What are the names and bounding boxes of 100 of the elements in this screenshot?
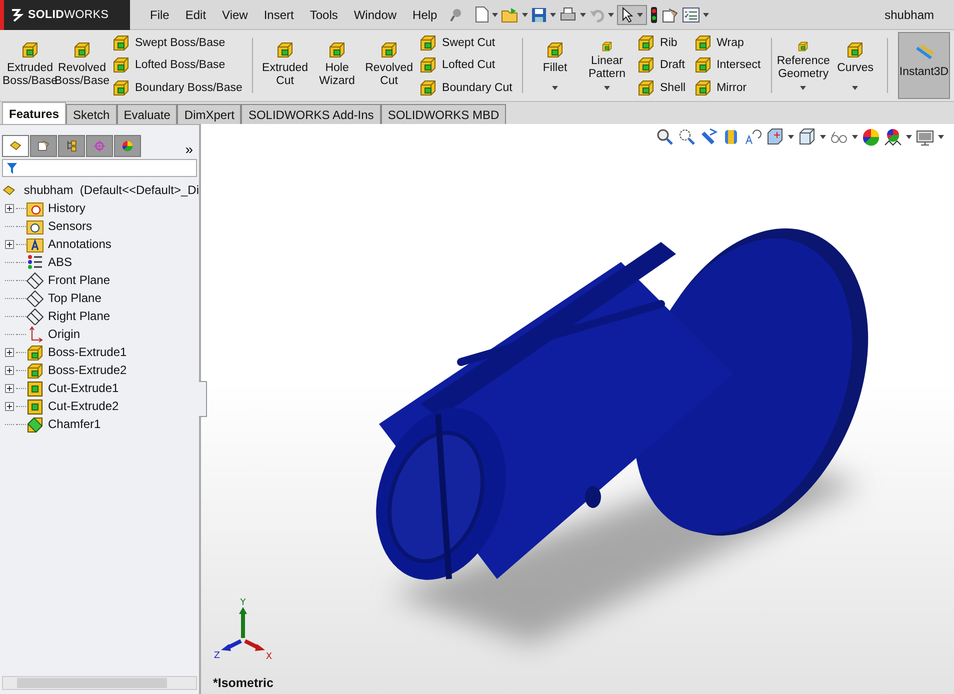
- tab[interactable]: Features: [2, 102, 66, 124]
- expand-toggle[interactable]: [5, 204, 14, 212]
- menu-item[interactable]: View: [214, 8, 256, 22]
- ribbon-button[interactable]: Mirror: [694, 78, 761, 97]
- ribbon-button[interactable]: Wrap: [694, 34, 761, 52]
- caret-icon[interactable]: [820, 135, 826, 139]
- tree-item[interactable]: Top Plane: [48, 291, 102, 305]
- pin-icon[interactable]: [449, 6, 464, 22]
- ribbon-button[interactable]: Lofted Cut: [419, 56, 512, 74]
- display-style-icon[interactable]: [798, 128, 816, 146]
- filter-field[interactable]: [2, 159, 197, 177]
- horizontal-scrollbar[interactable]: [2, 676, 197, 690]
- tab[interactable]: DimXpert: [177, 104, 242, 124]
- ribbon-button[interactable]: Lofted Boss/Base: [112, 56, 242, 74]
- ribbon-button[interactable]: Intersect: [694, 56, 761, 74]
- panel-tab[interactable]: [58, 135, 85, 157]
- checklist-icon[interactable]: [682, 6, 700, 22]
- pointer-icon[interactable]: [621, 6, 634, 22]
- ribbon-button[interactable]: Draft: [637, 56, 686, 74]
- caret-icon[interactable]: [938, 135, 944, 139]
- panel-tab[interactable]: [2, 135, 29, 157]
- tree-item[interactable]: Cut-Extrude1: [48, 381, 119, 395]
- caret-icon[interactable]: [608, 12, 614, 16]
- ribbon-button[interactable]: Swept Boss/Base: [112, 34, 242, 52]
- tree-item[interactable]: Boss-Extrude2: [48, 363, 127, 377]
- caret-icon[interactable]: [522, 12, 528, 16]
- caret-icon[interactable]: [906, 135, 912, 139]
- ribbon-button[interactable]: Extruded Cut: [259, 32, 312, 99]
- panel-tab[interactable]: [114, 135, 141, 157]
- section-view-icon[interactable]: [722, 128, 740, 146]
- caret-icon[interactable]: [703, 12, 710, 16]
- caret-icon[interactable]: [788, 135, 794, 139]
- traffic-light-icon[interactable]: [650, 6, 658, 22]
- menu-item[interactable]: Window: [346, 8, 405, 22]
- caret-icon[interactable]: [604, 86, 610, 90]
- caret-icon[interactable]: [550, 12, 556, 16]
- expand-panel-button[interactable]: »: [185, 141, 193, 157]
- ribbon-button[interactable]: Instant3D: [898, 32, 950, 99]
- options-icon[interactable]: [661, 6, 680, 22]
- ribbon-button[interactable]: Extruded Boss/Base: [4, 32, 56, 99]
- ribbon-button[interactable]: Revolved Cut: [363, 32, 416, 99]
- tree-item[interactable]: History: [48, 201, 86, 215]
- tree-item[interactable]: shubham (Default<<Default>_Di: [24, 183, 199, 197]
- ribbon-button[interactable]: Curves: [829, 32, 882, 99]
- ribbon-button[interactable]: Boundary Cut: [419, 78, 512, 97]
- ribbon-button[interactable]: Boundary Boss/Base: [112, 78, 242, 97]
- menu-item[interactable]: Edit: [177, 8, 214, 22]
- ribbon-button[interactable]: Swept Cut: [419, 34, 512, 52]
- panel-tab[interactable]: [30, 135, 57, 157]
- panel-collapse-handle[interactable]: [199, 381, 207, 417]
- expand-toggle[interactable]: [5, 348, 14, 356]
- tree-item[interactable]: Chamfer1: [48, 417, 101, 431]
- menu-item[interactable]: Insert: [256, 8, 302, 22]
- ribbon-button[interactable]: Revolved Boss/Base: [56, 32, 108, 99]
- zoom-area-icon[interactable]: [678, 128, 696, 146]
- menu-item[interactable]: Tools: [302, 8, 346, 22]
- tab[interactable]: Sketch: [66, 104, 117, 124]
- caret-icon[interactable]: [580, 12, 586, 16]
- view-orientation-icon[interactable]: [766, 128, 784, 146]
- save-icon[interactable]: [531, 6, 548, 22]
- caret-icon[interactable]: [852, 135, 858, 139]
- monitor-icon[interactable]: [916, 128, 934, 146]
- boss-feature-icon: [26, 344, 44, 360]
- ribbon-button[interactable]: Linear Pattern: [581, 32, 634, 99]
- tree-item[interactable]: Sensors: [48, 219, 92, 233]
- expand-toggle[interactable]: [5, 402, 14, 410]
- ribbon-button[interactable]: Reference Geometry: [777, 32, 830, 99]
- caret-icon[interactable]: [852, 86, 858, 90]
- tree-item[interactable]: Cut-Extrude2: [48, 399, 119, 413]
- cube-icon: [637, 56, 656, 74]
- tree-item[interactable]: Annotations: [48, 237, 112, 251]
- tab[interactable]: SOLIDWORKS Add-Ins: [241, 104, 381, 124]
- menu-item[interactable]: Help: [404, 8, 446, 22]
- ribbon-button[interactable]: Rib: [637, 34, 686, 52]
- zoom-fit-icon[interactable]: [656, 128, 674, 146]
- chamfer-feature-icon: [26, 416, 44, 432]
- expand-toggle[interactable]: [5, 366, 14, 374]
- scene-icon[interactable]: [884, 128, 902, 146]
- cube-icon: [419, 56, 438, 74]
- tree-item[interactable]: Boss-Extrude1: [48, 345, 127, 359]
- caret-icon[interactable]: [637, 12, 644, 16]
- expand-toggle[interactable]: [5, 240, 14, 248]
- tree-item[interactable]: Origin: [48, 327, 80, 341]
- tab[interactable]: Evaluate: [116, 104, 178, 124]
- ribbon-button[interactable]: Fillet: [529, 32, 582, 99]
- ribbon-button[interactable]: Hole Wizard: [311, 32, 364, 99]
- caret-icon[interactable]: [800, 86, 806, 90]
- tree-item[interactable]: Right Plane: [48, 309, 110, 323]
- menu-item[interactable]: File: [142, 8, 178, 22]
- tree-item[interactable]: ABS: [48, 255, 72, 269]
- caret-icon[interactable]: [552, 86, 558, 90]
- color-ball-icon[interactable]: [862, 128, 880, 146]
- expand-toggle[interactable]: [5, 384, 14, 392]
- ribbon-button[interactable]: Shell: [637, 78, 686, 97]
- printer-icon[interactable]: [559, 6, 578, 22]
- tab[interactable]: SOLIDWORKS MBD: [380, 104, 506, 124]
- new-document-icon[interactable]: [475, 6, 490, 23]
- caret-icon[interactable]: [492, 12, 498, 16]
- annotation-folder-icon: [26, 236, 44, 252]
- tree-item[interactable]: Front Plane: [48, 273, 110, 287]
